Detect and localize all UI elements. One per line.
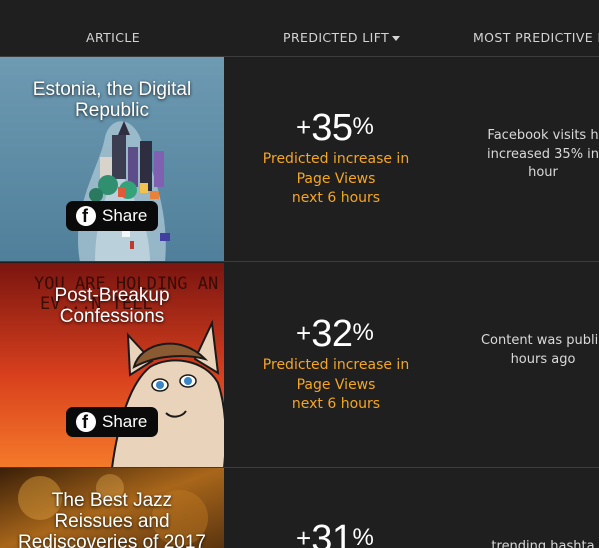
share-label: Share xyxy=(102,206,148,225)
lift-value: +31% xyxy=(296,518,374,548)
article-title-line: Confessions xyxy=(59,306,165,327)
lift-description-line: next 6 hours xyxy=(291,396,381,412)
facebook-icon: f xyxy=(76,412,96,432)
lift-number: 32 xyxy=(311,313,353,355)
factor-line: hours ago xyxy=(510,351,576,367)
table-header: ARTICLE PREDICTED LIFT MOST PREDICTIVE F… xyxy=(0,0,599,57)
lift-value: +35% xyxy=(296,107,374,150)
lift-sign: + xyxy=(296,112,312,142)
predictive-factor-cell: Content was publis hours ago xyxy=(448,332,599,369)
lift-description-line: Page Views xyxy=(296,170,376,187)
predictive-factor-cell: trending hashta xyxy=(448,538,599,548)
article-thumbnail[interactable]: Estonia, the Digital Republic f Share xyxy=(0,57,224,261)
article-title-line: Rediscoveries of 2017 xyxy=(18,532,206,548)
lift-description: Predicted increase in Page Views next 6 … xyxy=(224,356,448,415)
share-button[interactable]: f Share xyxy=(66,407,158,437)
lift-description-line: Predicted increase in xyxy=(262,151,410,167)
lift-sign: + xyxy=(296,523,312,548)
article-title[interactable]: Estonia, the Digital Republic xyxy=(0,79,224,121)
facebook-icon: f xyxy=(76,206,96,226)
lift-percent-sign: % xyxy=(352,113,374,140)
article-title-line: Post-Breakup xyxy=(54,285,170,306)
factor-line: trending hashta xyxy=(491,539,595,548)
column-header-predicted-lift[interactable]: PREDICTED LIFT xyxy=(283,30,401,45)
article-title-line: Republic xyxy=(75,100,149,121)
lift-description: Predicted increase in Page Views next 6 … xyxy=(224,150,448,209)
lift-value: +32% xyxy=(296,313,374,356)
lift-description-line: Predicted increase in xyxy=(262,357,410,373)
lift-percent-sign: % xyxy=(352,319,374,346)
share-label: Share xyxy=(102,412,148,431)
article-title[interactable]: Post-Breakup Confessions xyxy=(0,285,224,327)
article-thumbnail[interactable]: The Best Jazz Reissues and Rediscoveries… xyxy=(0,468,224,548)
article-title[interactable]: The Best Jazz Reissues and Rediscoveries… xyxy=(0,490,224,548)
sort-caret-icon xyxy=(392,36,401,41)
lift-number: 35 xyxy=(311,107,353,149)
column-header-predicted-lift-label: PREDICTED LIFT xyxy=(283,30,390,45)
article-title-line: Reissues and xyxy=(54,511,170,532)
article-thumbnail[interactable]: YOU ARE HOLDING AN EV...N TELL Post-Brea… xyxy=(0,263,224,467)
factor-line: Facebook visits h xyxy=(487,128,599,143)
article-title-line: The Best Jazz xyxy=(51,490,173,511)
table-row[interactable]: YOU ARE HOLDING AN EV...N TELL Post-Brea… xyxy=(0,263,599,468)
share-button[interactable]: f Share xyxy=(66,201,158,231)
article-title-line: Estonia, the Digital xyxy=(32,79,192,100)
predictive-factor-cell: Facebook visits h increased 35% in hour xyxy=(448,127,599,183)
lift-percent-sign: % xyxy=(352,524,374,548)
lift-sign: + xyxy=(296,318,312,348)
column-header-article[interactable]: ARTICLE xyxy=(86,30,140,45)
column-header-most-predictive-factor[interactable]: MOST PREDICTIVE FA xyxy=(473,30,599,45)
table-row[interactable]: The Best Jazz Reissues and Rediscoveries… xyxy=(0,468,599,548)
lift-description-line: Page Views xyxy=(296,376,376,393)
factor-line: increased 35% in xyxy=(486,146,599,162)
table-row[interactable]: Estonia, the Digital Republic f Share +3… xyxy=(0,57,599,262)
factor-line: hour xyxy=(528,165,558,180)
factor-line: Content was publis xyxy=(480,333,599,348)
lift-description-line: next 6 hours xyxy=(291,190,381,206)
lift-number: 31 xyxy=(311,518,353,548)
